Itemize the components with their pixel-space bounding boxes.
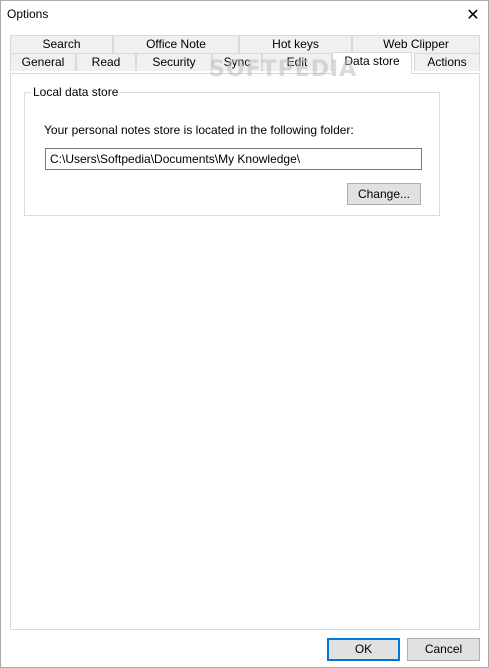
local-data-store-group: Local data store Your personal notes sto… [24, 85, 440, 216]
tab-read[interactable]: Read [76, 53, 136, 71]
cancel-button[interactable]: Cancel [407, 638, 480, 661]
tab-strip: Search Office Note Hot keys Web Clipper … [10, 35, 480, 75]
tab-sync[interactable]: Sync [212, 53, 262, 71]
tab-security[interactable]: Security [136, 53, 212, 71]
close-button[interactable]: ✕ [458, 1, 488, 29]
window-title: Options [7, 7, 49, 21]
group-legend: Local data store [31, 85, 121, 99]
tab-actions[interactable]: Actions [414, 53, 480, 71]
ok-button[interactable]: OK [327, 638, 400, 661]
tab-edit[interactable]: Edit [262, 53, 332, 71]
change-button[interactable]: Change... [347, 183, 421, 205]
tab-search[interactable]: Search [10, 35, 113, 53]
options-window: Options ✕ Search Office Note Hot keys We… [0, 0, 489, 668]
title-bar: Options ✕ [1, 1, 488, 29]
tab-office-note[interactable]: Office Note [113, 35, 239, 53]
store-path-field[interactable] [45, 148, 422, 170]
close-icon: ✕ [466, 7, 480, 24]
store-location-description: Your personal notes store is located in … [44, 123, 354, 137]
tab-web-clipper[interactable]: Web Clipper [352, 35, 480, 53]
tab-data-store[interactable]: Data store [332, 52, 412, 74]
tab-general[interactable]: General [10, 53, 76, 71]
tab-hot-keys[interactable]: Hot keys [239, 35, 352, 53]
data-store-panel: Local data store Your personal notes sto… [10, 73, 480, 630]
